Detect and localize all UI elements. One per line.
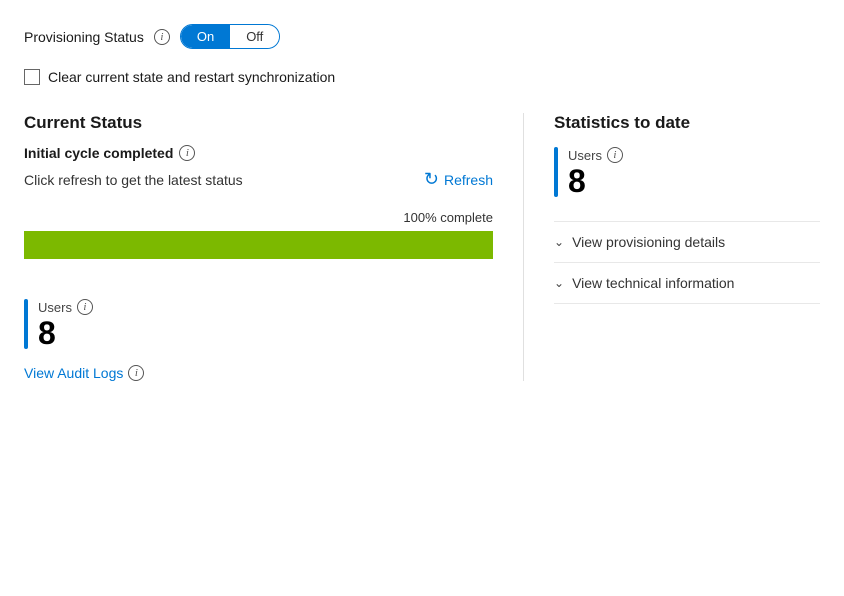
stat-left-bar (24, 299, 28, 349)
provisioning-toggle[interactable]: On Off (180, 24, 280, 49)
clear-state-checkbox[interactable] (24, 69, 40, 85)
view-provisioning-details-row[interactable]: ⌄ View provisioning details (554, 221, 820, 262)
refresh-hint: Click refresh to get the latest status (24, 172, 243, 188)
refresh-icon: ↻ (424, 169, 439, 190)
users-stat-content: Users i 8 (38, 299, 93, 349)
view-technical-info-label: View technical information (572, 275, 734, 291)
refresh-button[interactable]: ↻ Refresh (424, 169, 493, 190)
view-technical-info-row[interactable]: ⌄ View technical information (554, 262, 820, 304)
clear-state-label: Clear current state and restart synchron… (48, 69, 335, 85)
audit-info-icon[interactable]: i (128, 365, 144, 381)
chevron-down-icon-provisioning: ⌄ (554, 235, 564, 249)
users-label-row-right: Users i (568, 147, 623, 163)
main-content: Current Status Initial cycle completed i… (24, 113, 820, 381)
left-column: Current Status Initial cycle completed i… (24, 113, 524, 381)
right-column: Statistics to date Users i 8 ⌄ View prov… (524, 113, 820, 381)
clear-state-row: Clear current state and restart synchron… (24, 69, 820, 85)
users-label-bottom: Users (38, 300, 72, 315)
provisioning-status-row: Provisioning Status i On Off (24, 24, 820, 49)
users-info-icon-bottom[interactable]: i (77, 299, 93, 315)
refresh-row: Click refresh to get the latest status ↻… (24, 169, 493, 190)
progress-bar-container (24, 231, 493, 259)
statistics-title: Statistics to date (554, 113, 820, 133)
users-stat-right: Users i 8 (554, 147, 820, 197)
stat-left-bar-right (554, 147, 558, 197)
toggle-off-option[interactable]: Off (230, 25, 279, 48)
provisioning-label: Provisioning Status (24, 29, 144, 45)
progress-bar-fill (24, 231, 493, 259)
users-stat-content-right: Users i 8 (568, 147, 623, 197)
view-provisioning-details-label: View provisioning details (572, 234, 725, 250)
cycle-label: Initial cycle completed (24, 145, 173, 161)
refresh-label: Refresh (444, 172, 493, 188)
toggle-on-option[interactable]: On (181, 25, 230, 48)
current-status-title: Current Status (24, 113, 493, 133)
users-label-right: Users (568, 148, 602, 163)
view-audit-logs-link[interactable]: View Audit Logs (24, 365, 123, 381)
users-label-row: Users i (38, 299, 93, 315)
progress-label: 100% complete (24, 210, 493, 225)
users-stat-bottom: Users i 8 (24, 299, 493, 349)
chevron-down-icon-technical: ⌄ (554, 276, 564, 290)
users-info-icon-right[interactable]: i (607, 147, 623, 163)
provisioning-info-icon[interactable]: i (154, 29, 170, 45)
cycle-completed-row: Initial cycle completed i (24, 145, 493, 161)
audit-logs-row: View Audit Logs i (24, 365, 493, 381)
users-value-bottom: 8 (38, 317, 93, 349)
users-value-right: 8 (568, 165, 623, 197)
cycle-info-icon[interactable]: i (179, 145, 195, 161)
